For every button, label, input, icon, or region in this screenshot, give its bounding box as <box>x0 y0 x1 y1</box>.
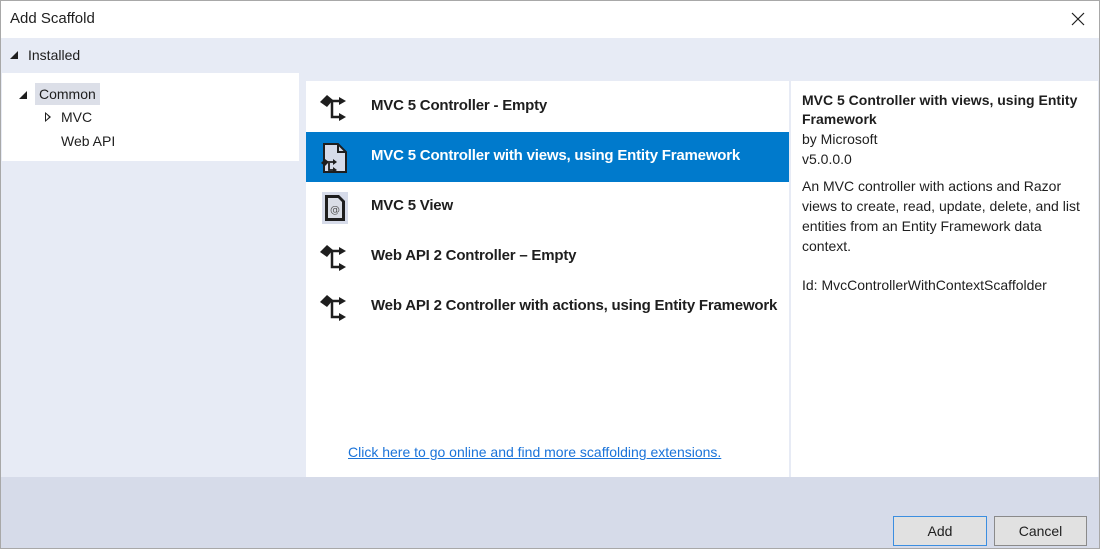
view-file-icon: @ <box>322 192 348 224</box>
expanded-triangle-icon[interactable] <box>19 91 27 99</box>
details-pane: MVC 5 Controller with views, using Entit… <box>791 81 1098 477</box>
scaffold-list: MVC 5 Controller - Empty MVC 5 Controlle… <box>306 81 789 477</box>
tree-item-common[interactable]: Common <box>35 83 100 105</box>
online-extensions-link[interactable]: Click here to go online and find more sc… <box>348 444 721 460</box>
tree-item-web-api[interactable]: Web API <box>61 130 115 152</box>
scaffold-label: Web API 2 Controller with actions, using… <box>371 297 778 314</box>
detail-version: v5.0.0.0 <box>802 151 852 167</box>
close-icon <box>1071 12 1085 26</box>
add-button[interactable]: Add <box>893 516 987 546</box>
controller-views-icon <box>321 143 347 173</box>
scaffold-item-webapi2-controller-empty[interactable]: Web API 2 Controller – Empty <box>306 232 789 282</box>
dialog-title: Add Scaffold <box>10 10 95 27</box>
controller-icon <box>320 295 346 321</box>
controller-icon <box>320 245 346 271</box>
scaffold-item-mvc5-controller-empty[interactable]: MVC 5 Controller - Empty <box>306 82 789 132</box>
controller-icon <box>320 95 346 121</box>
collapsed-triangle-icon[interactable] <box>45 112 51 122</box>
installed-label: Installed <box>28 47 81 63</box>
expanded-triangle-icon <box>10 51 18 59</box>
scaffold-label: Web API 2 Controller – Empty <box>371 247 577 264</box>
detail-id: Id: MvcControllerWithContextScaffolder <box>802 277 1047 293</box>
scaffold-item-mvc5-controller-views-ef[interactable]: MVC 5 Controller with views, using Entit… <box>306 132 789 182</box>
scaffold-item-mvc5-view[interactable]: @ MVC 5 View <box>306 182 789 232</box>
scaffold-label: MVC 5 View <box>371 197 453 214</box>
detail-title: MVC 5 Controller with views, using Entit… <box>802 92 1078 127</box>
scaffold-item-webapi2-controller-actions-ef[interactable]: Web API 2 Controller with actions, using… <box>306 282 789 332</box>
dialog-footer: Add Cancel <box>1 477 1099 548</box>
tree-item-mvc[interactable]: MVC <box>61 106 92 128</box>
detail-author: by Microsoft <box>802 131 878 147</box>
installed-header[interactable]: Installed <box>1 38 1099 73</box>
title-bar: Add Scaffold <box>1 1 1099 38</box>
cancel-button[interactable]: Cancel <box>994 516 1087 546</box>
add-scaffold-dialog: Add Scaffold Installed Common MVC Web AP… <box>0 0 1100 549</box>
scaffold-label: MVC 5 Controller - Empty <box>371 97 548 114</box>
scaffold-label: MVC 5 Controller with views, using Entit… <box>371 147 741 164</box>
close-button[interactable] <box>1063 5 1093 33</box>
detail-description: An MVC controller with actions and Razor… <box>802 178 1080 254</box>
svg-text:@: @ <box>330 205 340 216</box>
category-tree: Common MVC Web API <box>2 73 299 161</box>
